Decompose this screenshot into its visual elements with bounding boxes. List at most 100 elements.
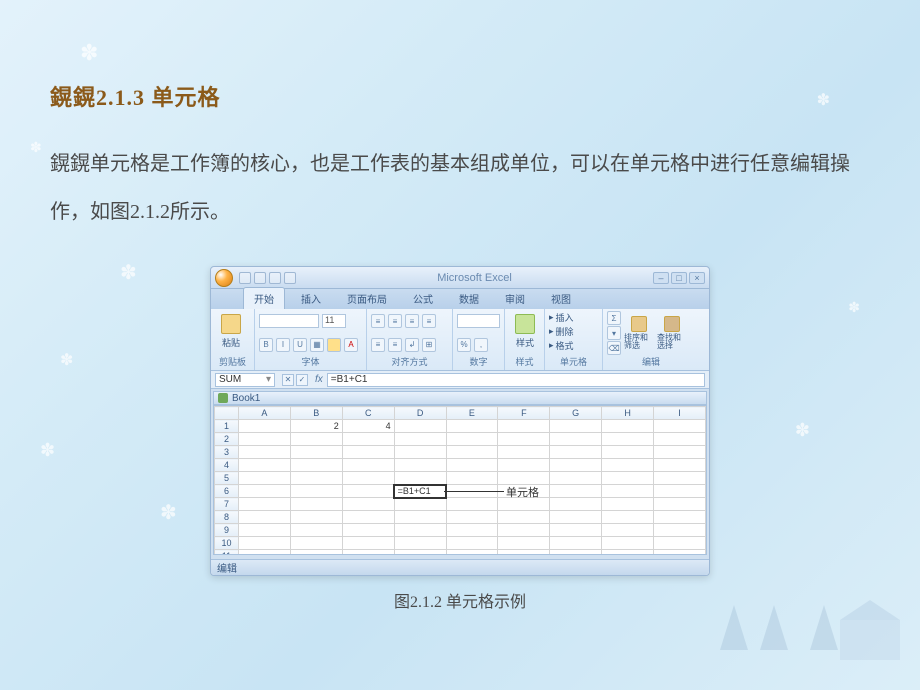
row-header[interactable]: 9	[215, 524, 239, 537]
col-header[interactable]: A	[239, 407, 291, 420]
group-label-font: 字体	[259, 355, 362, 368]
paste-button[interactable]: 粘贴	[215, 311, 247, 351]
grid-wrapper: A B C D E F G H I 124 2 3 4 5 6=B	[213, 405, 707, 555]
align-mid-button[interactable]: ≡	[388, 314, 402, 328]
merge-button[interactable]: ⊞	[422, 338, 436, 352]
workbook-icon	[218, 393, 228, 403]
row-header[interactable]: 10	[215, 537, 239, 550]
ribbon-tab-review[interactable]: 审阅	[495, 288, 535, 309]
section-title: 鎤鎤2.1.3 单元格	[50, 80, 870, 112]
name-box[interactable]: SUM▾	[215, 373, 275, 387]
font-size-combo[interactable]: 11	[322, 314, 346, 328]
annotation-label: 单元格	[506, 484, 539, 500]
row-header[interactable]: 4	[215, 459, 239, 472]
find-button[interactable]: 查找和选择	[657, 313, 687, 353]
format-button[interactable]: ▸格式	[549, 339, 574, 352]
col-header[interactable]: G	[550, 407, 602, 420]
col-header[interactable]: H	[602, 407, 654, 420]
ribbon-group-cells: ▸插入 ▸删除 ▸格式 单元格	[545, 309, 603, 370]
group-label-number: 数字	[457, 355, 500, 368]
percent-button[interactable]: %	[457, 338, 471, 352]
sort-button[interactable]: 排序和筛选	[624, 313, 654, 353]
col-header[interactable]: D	[394, 407, 446, 420]
ribbon-tab-insert[interactable]: 插入	[291, 288, 331, 309]
ribbon-group-alignment: ≡ ≡ ≡ ≡ ≡ ≡ ↲ ⊞ 对齐方式	[367, 309, 453, 370]
minimize-button[interactable]: –	[653, 272, 669, 284]
underline-button[interactable]: U	[293, 338, 307, 352]
delete-button[interactable]: ▸删除	[549, 325, 574, 338]
align-right-button[interactable]: ≡	[388, 338, 402, 352]
col-header[interactable]: C	[342, 407, 394, 420]
group-label-styles: 样式	[509, 355, 540, 368]
cell-d6-active[interactable]: =B1+C1	[394, 485, 446, 498]
row-header[interactable]: 5	[215, 472, 239, 485]
qat-save-icon[interactable]	[239, 272, 251, 284]
col-header[interactable]: E	[446, 407, 498, 420]
insert-button[interactable]: ▸插入	[549, 311, 574, 324]
ribbon-tab-data[interactable]: 数据	[449, 288, 489, 309]
select-all-cell[interactable]	[215, 407, 239, 420]
italic-button[interactable]: I	[276, 338, 290, 352]
qat-redo-icon[interactable]	[269, 272, 281, 284]
enter-formula-button[interactable]: ✓	[296, 374, 308, 386]
ribbon-tab-layout[interactable]: 页面布局	[337, 288, 397, 309]
row-header[interactable]: 8	[215, 511, 239, 524]
row-header[interactable]: 3	[215, 446, 239, 459]
clear-button[interactable]: ⌫	[607, 341, 621, 355]
group-label-clipboard: 剪贴板	[215, 355, 250, 368]
cell-c1[interactable]: 4	[342, 420, 394, 433]
workbook-titlebar: Book1	[213, 391, 707, 405]
col-header[interactable]: I	[654, 407, 706, 420]
align-center-button[interactable]: ≡	[371, 338, 385, 352]
number-format-combo[interactable]	[457, 314, 500, 328]
col-header[interactable]: F	[498, 407, 550, 420]
ribbon-tab-view[interactable]: 视图	[541, 288, 581, 309]
titlebar: Microsoft Excel – □ ×	[211, 267, 709, 289]
statusbar: 编辑	[211, 559, 709, 575]
sort-icon	[631, 316, 647, 332]
row-header[interactable]: 6	[215, 485, 239, 498]
paste-label: 粘贴	[222, 336, 240, 349]
ribbon-tab-formulas[interactable]: 公式	[403, 288, 443, 309]
cancel-formula-button[interactable]: ✕	[282, 374, 294, 386]
app-title: Microsoft Excel	[296, 272, 653, 284]
excel-window: Microsoft Excel – □ × 开始 插入 页面布局 公式 数据 审…	[210, 266, 710, 576]
align-top-button[interactable]: ≡	[371, 314, 385, 328]
fx-icon[interactable]: fx	[315, 374, 323, 385]
workbook-area: Book1 A B C D E F G H	[211, 389, 709, 559]
group-label-editing: 编辑	[607, 355, 695, 368]
cell-b1[interactable]: 2	[290, 420, 342, 433]
ribbon-tab-home[interactable]: 开始	[243, 287, 285, 309]
align-bot-button[interactable]: ≡	[405, 314, 419, 328]
row-header[interactable]: 11	[215, 550, 239, 556]
ribbon-body: 粘贴 剪贴板 11 B I U ▦ A 字体 ≡	[211, 309, 709, 371]
styles-button[interactable]: 样式	[509, 311, 541, 351]
fill-color-button[interactable]	[327, 338, 341, 352]
col-header[interactable]: B	[290, 407, 342, 420]
comma-button[interactable]: ,	[474, 338, 488, 352]
office-button[interactable]	[215, 269, 233, 287]
fill-button[interactable]: ▾	[607, 326, 621, 340]
close-button[interactable]: ×	[689, 272, 705, 284]
row-header[interactable]: 1	[215, 420, 239, 433]
align-left-button[interactable]: ≡	[422, 314, 436, 328]
formula-input[interactable]: =B1+C1	[327, 373, 705, 387]
font-color-button[interactable]: A	[344, 338, 358, 352]
figure-caption: 图2.1.2 单元格示例	[50, 588, 870, 612]
spreadsheet-grid[interactable]: A B C D E F G H I 124 2 3 4 5 6=B	[214, 406, 706, 555]
bold-button[interactable]: B	[259, 338, 273, 352]
statusbar-text: 编辑	[217, 560, 237, 575]
row-header[interactable]: 7	[215, 498, 239, 511]
row-header[interactable]: 2	[215, 433, 239, 446]
wrap-button[interactable]: ↲	[405, 338, 419, 352]
ribbon-group-clipboard: 粘贴 剪贴板	[211, 309, 255, 370]
maximize-button[interactable]: □	[671, 272, 687, 284]
ribbon-group-styles: 样式 样式	[505, 309, 545, 370]
sum-button[interactable]: Σ	[607, 311, 621, 325]
qat-print-icon[interactable]	[284, 272, 296, 284]
font-name-combo[interactable]	[259, 314, 319, 328]
border-button[interactable]: ▦	[310, 338, 324, 352]
qat-undo-icon[interactable]	[254, 272, 266, 284]
find-label: 查找和选择	[657, 334, 687, 350]
workbook-title: Book1	[232, 393, 260, 404]
